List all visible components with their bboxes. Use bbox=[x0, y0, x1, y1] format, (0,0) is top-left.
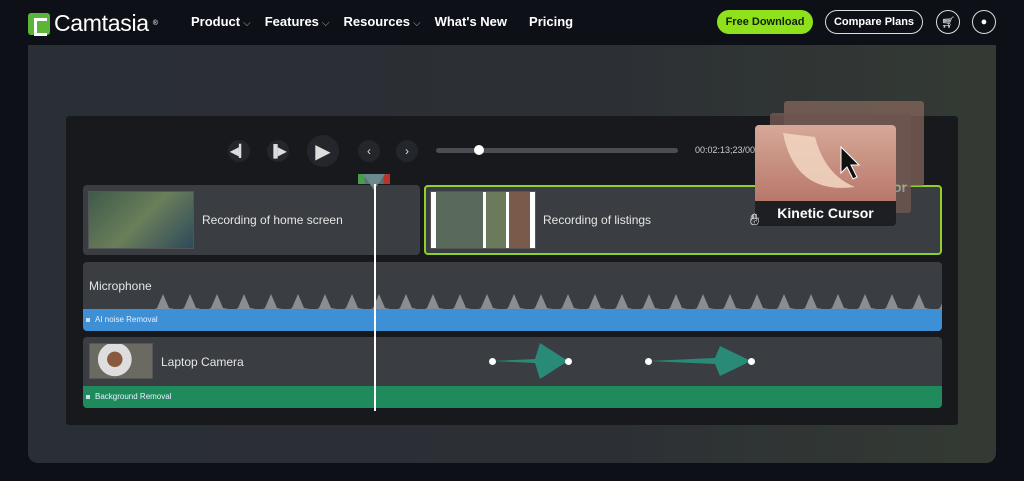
kinetic-cursor-label: Kinetic Cursor bbox=[777, 205, 874, 221]
nav-features[interactable]: Features ⌵ bbox=[265, 14, 330, 29]
cart-icon[interactable]: 🛒︎ bbox=[936, 10, 960, 34]
chevron-down-icon: ⌵ bbox=[321, 18, 330, 29]
clip-thumbnail bbox=[430, 191, 536, 249]
free-download-button[interactable]: Free Download bbox=[717, 10, 813, 34]
chevron-down-icon: ⌵ bbox=[413, 18, 421, 29]
background-removal-effect[interactable]: Background Removal bbox=[83, 386, 942, 408]
step-forward-icon[interactable]: ▐▶ bbox=[267, 140, 289, 162]
play-button[interactable]: ▶ bbox=[307, 135, 339, 167]
step-back-icon[interactable]: ◀▎ bbox=[228, 140, 250, 162]
animation-arrows bbox=[492, 343, 751, 379]
animation-arrow[interactable] bbox=[492, 343, 568, 379]
clip-label: Recording of home screen bbox=[202, 213, 343, 227]
scrub-bar[interactable] bbox=[436, 148, 678, 153]
user-icon[interactable]: ● bbox=[972, 10, 996, 34]
ai-noise-removal-effect[interactable]: AI noise Removal bbox=[83, 309, 942, 331]
brand-name: Camtasia bbox=[54, 10, 149, 36]
nav-label: Resources bbox=[343, 14, 410, 29]
clip-thumbnail bbox=[88, 191, 194, 249]
waveform-peaks bbox=[153, 294, 942, 310]
nav-resources[interactable]: Resources ⌵ bbox=[344, 14, 421, 29]
camtasia-logo-icon bbox=[28, 12, 50, 36]
grab-hand-icon: ✋︎ bbox=[750, 212, 760, 229]
nav-whats-new[interactable]: What's New bbox=[435, 14, 507, 29]
nav-label: Features bbox=[264, 14, 319, 29]
cursor-icon bbox=[840, 145, 861, 180]
audio-waveform bbox=[153, 294, 942, 310]
nav-product[interactable]: Product ⌵ bbox=[191, 14, 251, 29]
track-label: Laptop Camera bbox=[161, 355, 244, 369]
camtasia-logo[interactable]: Camtasia ® bbox=[28, 10, 158, 37]
playhead-line[interactable] bbox=[374, 184, 376, 411]
keyframe-dot[interactable] bbox=[748, 358, 755, 365]
scrub-handle[interactable] bbox=[474, 145, 484, 155]
clip-home-screen[interactable]: Recording of home screen bbox=[83, 185, 420, 255]
nav-label: Product bbox=[191, 14, 241, 29]
registered-mark: ® bbox=[152, 20, 158, 27]
keyframe-dot[interactable] bbox=[565, 358, 572, 365]
compare-plans-button[interactable]: Compare Plans bbox=[825, 10, 923, 34]
next-icon[interactable]: › bbox=[396, 140, 418, 162]
timecode: 00:02:13;23/00 bbox=[695, 145, 756, 155]
keyframe-dot[interactable] bbox=[645, 358, 652, 365]
clip-label: Recording of listings bbox=[543, 213, 652, 227]
kinetic-cursor-card[interactable]: Kinetic Cursor bbox=[755, 125, 896, 226]
camera-thumbnail bbox=[89, 343, 153, 379]
chevron-down-icon: ⌵ bbox=[243, 18, 251, 29]
previous-icon[interactable]: ‹ bbox=[358, 140, 380, 162]
microphone-track[interactable]: Microphone AI noise Removal bbox=[83, 262, 942, 331]
nav-pricing[interactable]: Pricing bbox=[529, 14, 573, 29]
top-nav: Camtasia ® Product ⌵ Features ⌵ Resources ⌵ … bbox=[0, 0, 1024, 45]
keyframe-dot[interactable] bbox=[489, 358, 496, 365]
animation-arrow[interactable] bbox=[648, 346, 751, 376]
kinetic-cursor-preview bbox=[755, 125, 896, 201]
